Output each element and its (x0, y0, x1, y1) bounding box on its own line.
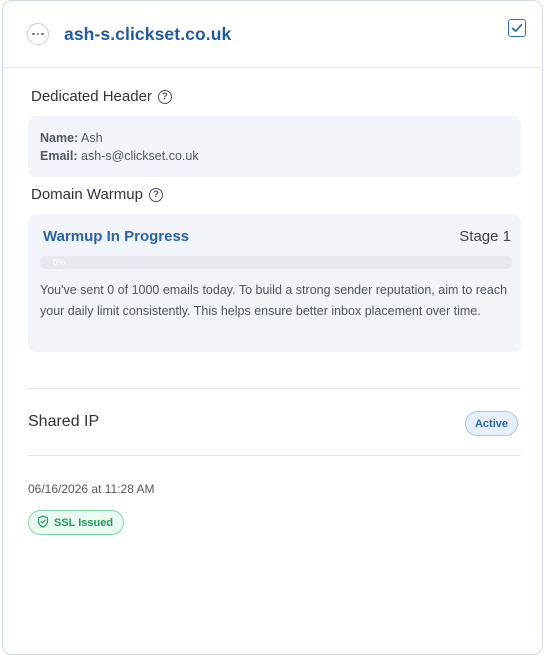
checkbox-checked-icon[interactable] (508, 19, 526, 37)
status-badge: Active (464, 411, 518, 436)
email-row: Email: ash-s@clickset.co.uk (40, 147, 509, 165)
help-icon[interactable]: ? (157, 89, 172, 104)
domain-warmup-title: Domain Warmup ? (31, 186, 163, 203)
email-value: ash-s@clickset.co.uk (81, 149, 199, 163)
divider (28, 455, 521, 456)
shared-ip-label: Shared IP (28, 413, 100, 430)
more-options-button[interactable] (27, 23, 49, 45)
warmup-panel: Warmup In Progress Stage 1 0% You've sen… (28, 214, 521, 352)
email-label: Email: (40, 149, 78, 163)
warmup-status: Warmup In Progress (43, 228, 190, 245)
help-icon[interactable]: ? (148, 187, 163, 202)
name-row: Name: Ash (40, 129, 509, 147)
name-label: Name: (40, 131, 79, 145)
ellipsis-icon (32, 32, 35, 36)
domain-title[interactable]: ash-s.clickset.co.uk (64, 24, 231, 45)
ssl-badge-label: SSL Issued (54, 516, 114, 529)
dedicated-header-title: Dedicated Header ? (31, 88, 172, 105)
divider (28, 388, 521, 389)
dedicated-header-label: Dedicated Header (31, 88, 152, 105)
domain-card: ash-s.clickset.co.uk Dedicated Header ? … (2, 0, 543, 655)
domain-warmup-label: Domain Warmup (31, 186, 143, 203)
timestamp: 06/16/2026 at 11:28 AM (28, 482, 155, 496)
dedicated-header-info: Name: Ash Email: ash-s@clickset.co.uk (28, 116, 521, 177)
name-value: Ash (81, 131, 103, 145)
card-header: ash-s.clickset.co.uk (3, 1, 542, 68)
ellipsis-icon-dot (41, 32, 44, 36)
ellipsis-icon-dot (36, 32, 40, 36)
shield-check-icon (37, 514, 49, 531)
progress-label: 0% (53, 257, 66, 267)
warmup-stage: Stage 1 (459, 228, 511, 245)
warmup-description: You've sent 0 of 1000 emails today. To b… (40, 283, 508, 318)
warmup-progress-bar: 0% (40, 256, 512, 269)
ssl-badge: SSL Issued (28, 510, 125, 535)
